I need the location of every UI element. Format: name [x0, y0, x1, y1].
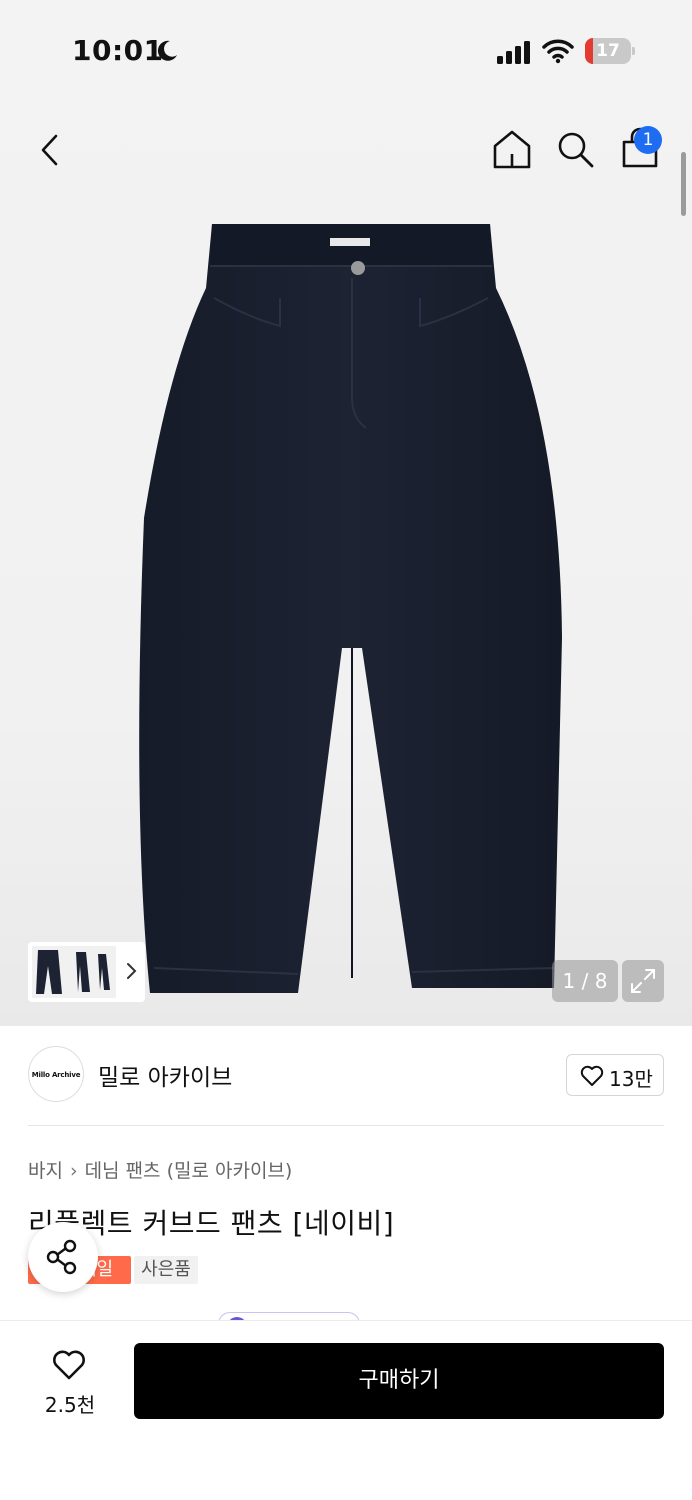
scroll-indicator [681, 152, 686, 216]
status-time: 10:01 [72, 34, 164, 67]
back-arrow-icon[interactable] [30, 128, 70, 172]
divider [28, 1125, 664, 1126]
wishlist-button[interactable]: 2.5천 [32, 1345, 108, 1417]
brand-name[interactable]: 밀로 아카이브 [98, 1058, 232, 1092]
share-icon [46, 1239, 77, 1275]
brand-like-button[interactable]: 13만 [566, 1054, 664, 1096]
buy-button[interactable]: 구매하기 [134, 1343, 664, 1419]
chevron-right-icon[interactable] [120, 956, 142, 986]
thumbnail-image[interactable] [32, 946, 116, 998]
breadcrumb-category[interactable]: 바지 [28, 1160, 63, 1182]
breadcrumb: 바지 › 데님 팬츠 (밀로 아카이브) [28, 1156, 292, 1183]
heart-icon [53, 1350, 85, 1380]
wifi-icon [542, 39, 574, 64]
bottom-action-bar: 2.5천 구매하기 [0, 1320, 692, 1500]
home-icon[interactable] [490, 128, 534, 172]
status-bar: 10:01 17 [0, 0, 692, 100]
brand-like-count: 13만 [609, 1067, 653, 1091]
battery-percent: 17 [596, 41, 620, 61]
product-photo-pants [139, 224, 562, 993]
thumbnail-strip[interactable] [28, 942, 145, 1002]
gift-badge: 사은품 [134, 1256, 198, 1284]
breadcrumb-subcategory[interactable]: 데님 팬츠 (밀로 아카이브) [85, 1160, 293, 1182]
expand-icon[interactable] [622, 960, 664, 1002]
moon-icon [157, 40, 177, 61]
wishlist-count: 2.5천 [44, 1393, 96, 1417]
battery-indicator: 17 [585, 38, 635, 64]
chevron-right-icon: › [69, 1160, 78, 1182]
heart-icon [580, 1065, 604, 1086]
cart-count-badge: 1 [634, 126, 662, 154]
image-page-counter: 1 / 8 [552, 960, 618, 1002]
brand-logo[interactable]: Millo Archive [28, 1046, 84, 1102]
product-image-area[interactable]: 10:01 17 1 1 / 8 [0, 0, 692, 1026]
search-icon[interactable] [554, 128, 598, 172]
brand-row[interactable]: Millo Archive 밀로 아카이브 13만 [0, 1026, 692, 1126]
share-button[interactable] [28, 1222, 98, 1292]
cellular-signal-icon [497, 41, 530, 64]
